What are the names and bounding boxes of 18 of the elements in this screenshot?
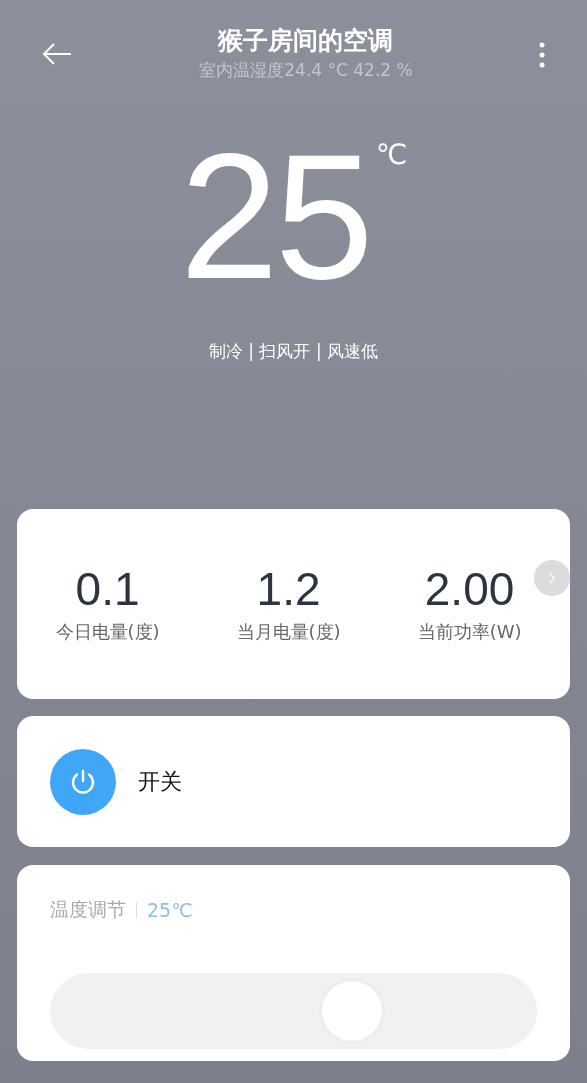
temperature-unit: ℃ (375, 138, 408, 173)
stat-label: 当月电量(度) (236, 620, 341, 644)
more-icon[interactable] (539, 42, 545, 68)
stat-label: 今日电量(度) (55, 620, 160, 644)
target-temperature: 25 (179, 132, 370, 302)
stat-value: 1.2 (256, 564, 321, 614)
indoor-reading: 室内温湿度24.4 °C 42.2 % (199, 59, 413, 82)
back-icon[interactable] (41, 42, 73, 66)
stat-label: 当前功率(W) (417, 620, 522, 644)
power-label: 开关 (138, 767, 182, 796)
mode-status: 制冷 | 扫风开 | 风速低 (207, 340, 380, 363)
temperature-label: 温度调节 (50, 897, 126, 922)
chevron-right-icon (548, 571, 556, 585)
stat-value: 0.1 (75, 564, 140, 614)
temperature-reading: 25℃ (147, 899, 193, 921)
stat-value: 2.00 (424, 564, 515, 614)
next-button[interactable] (534, 560, 570, 596)
page-title: 猴子房间的空调 (218, 26, 394, 56)
